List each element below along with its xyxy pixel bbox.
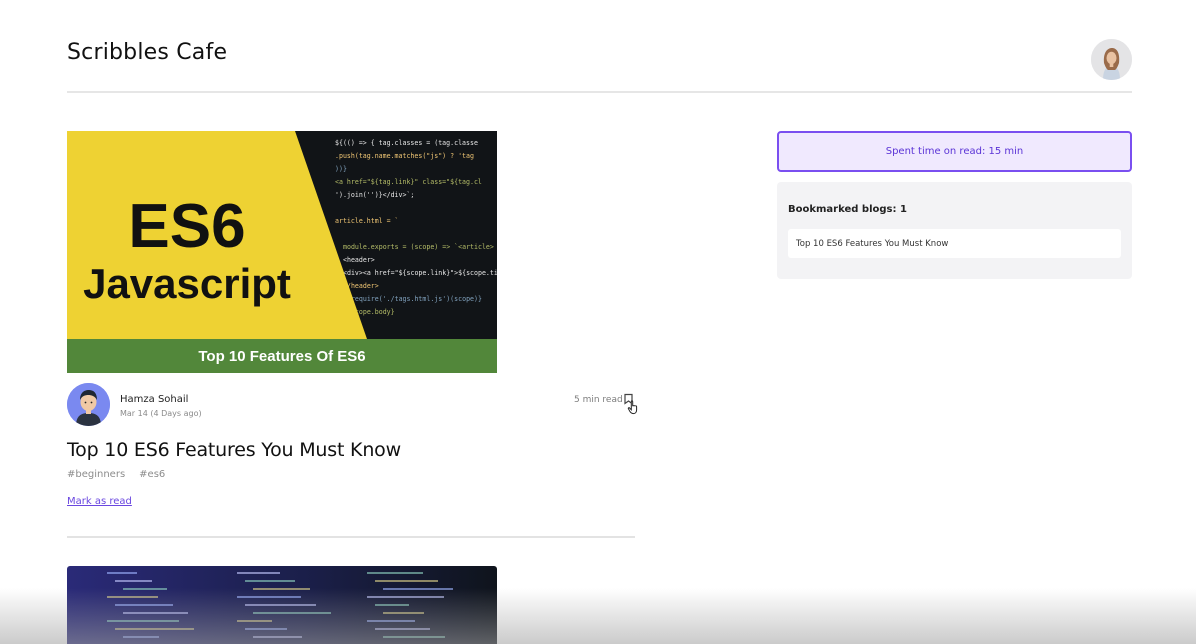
next-cover-code-stroke xyxy=(367,620,415,622)
next-cover-code-stroke xyxy=(123,588,167,590)
next-cover-code-stroke xyxy=(115,580,152,582)
blog-divider xyxy=(67,536,635,538)
next-cover-code-stroke xyxy=(123,636,159,638)
next-cover-code-stroke xyxy=(245,580,295,582)
author-avatar[interactable] xyxy=(67,383,110,426)
next-cover-code-stroke xyxy=(245,628,287,630)
cover-code-line: ${require('./tags.html.js')(scope)} xyxy=(343,295,482,303)
user-avatar-portrait xyxy=(1091,39,1132,80)
next-cover-code-stroke xyxy=(383,636,445,638)
post-date: Mar 14 (4 Days ago) xyxy=(120,409,202,418)
cover-headline: ES6 xyxy=(128,192,245,261)
next-cover-code-stroke xyxy=(237,620,272,622)
next-cover-code-stroke xyxy=(367,596,444,598)
user-avatar-icon[interactable] xyxy=(1091,39,1132,80)
cover-code-line: <header> xyxy=(343,256,375,264)
next-cover-code-stroke xyxy=(107,596,158,598)
next-cover-code-stroke xyxy=(375,628,430,630)
next-cover-code-stroke xyxy=(375,604,409,606)
cover-code-line: <a href="${tag.link}" class="${tag.cl xyxy=(335,178,482,186)
site-header: Scribbles Cafe xyxy=(67,0,1132,93)
bookmarks-heading: Bookmarked blogs: 1 xyxy=(788,204,907,215)
cover-subheadline: Javascript xyxy=(83,260,291,307)
next-blog-cover-image xyxy=(67,566,497,644)
next-cover-code-stroke xyxy=(237,596,301,598)
next-cover-code-stroke xyxy=(383,612,424,614)
cover-code-line: ').join('')}</div>`; xyxy=(335,191,414,199)
tag-list: #beginners #es6 xyxy=(67,469,165,480)
next-cover-code-stroke xyxy=(237,572,280,574)
author-avatar-icon xyxy=(67,383,110,426)
next-cover-code-stroke xyxy=(115,628,194,630)
blog-title[interactable]: Top 10 ES6 Features You Must Know xyxy=(67,439,401,461)
tag-beginners[interactable]: #beginners xyxy=(67,469,125,480)
read-time: 5 min read xyxy=(574,395,623,405)
bookmark-icon[interactable] xyxy=(623,393,641,415)
cover-code-line: module.exports = (scope) => `<article> xyxy=(343,243,494,251)
next-cover-code-stroke xyxy=(253,588,310,590)
next-cover-code-stroke xyxy=(123,612,188,614)
next-cover-code-stroke xyxy=(253,612,331,614)
cover-code-line: article.html = ` xyxy=(335,217,399,225)
hand-cursor-icon xyxy=(627,400,638,415)
cover-code-line: ${(() => { tag.classes = (tag.classe xyxy=(335,139,478,147)
cover-code-line: ))} xyxy=(335,165,347,173)
tag-es6[interactable]: #es6 xyxy=(139,469,165,480)
site-title: Scribbles Cafe xyxy=(67,40,228,65)
blog-cover-image: ${(() => { tag.classes = (tag.classe .pu… xyxy=(67,131,497,373)
cover-code-line: <div><a href="${scope.link}">${scope.ti xyxy=(343,269,497,277)
next-cover-code-stroke xyxy=(375,580,438,582)
bookmarks-panel: Bookmarked blogs: 1 Top 10 ES6 Features … xyxy=(777,182,1132,279)
spent-time-box: Spent time on read: 15 min xyxy=(777,131,1132,172)
next-cover-code-stroke xyxy=(115,604,173,606)
cover-code-line: .push(tag.name.matches("js") ? 'tag xyxy=(335,152,474,160)
next-cover-code-stroke xyxy=(245,604,316,606)
next-cover-code-stroke xyxy=(253,636,302,638)
bookmark-item[interactable]: Top 10 ES6 Features You Must Know xyxy=(788,229,1121,258)
cover-banner-text: Top 10 Features Of ES6 xyxy=(198,348,365,365)
next-cover-code-stroke xyxy=(107,572,137,574)
next-cover-code-stroke xyxy=(383,588,453,590)
mark-as-read-link[interactable]: Mark as read xyxy=(67,496,132,507)
author-name: Hamza Sohail xyxy=(120,394,189,405)
next-cover-code-stroke xyxy=(367,572,423,574)
next-cover-code-stroke xyxy=(107,620,179,622)
